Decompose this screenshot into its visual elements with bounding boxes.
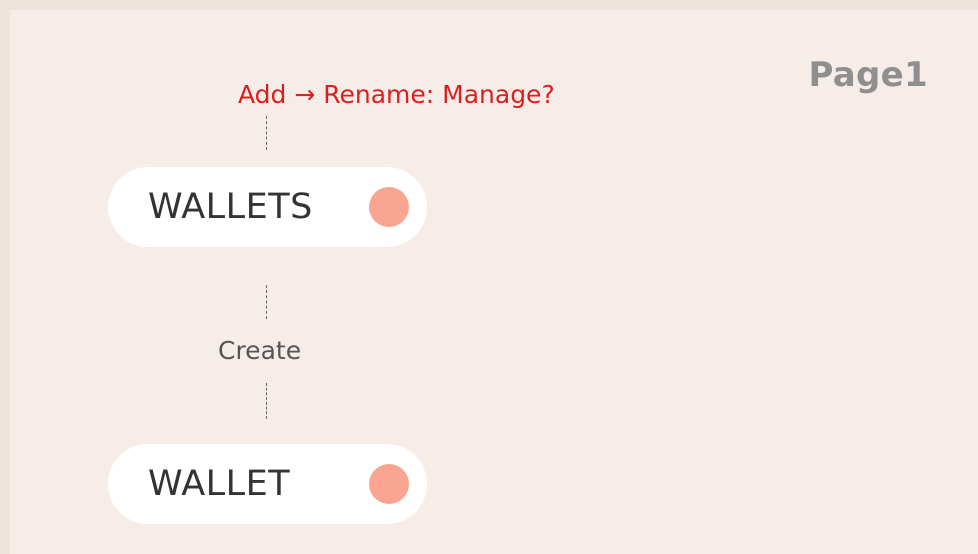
- node-wallets-label: WALLETS: [148, 187, 313, 227]
- node-wallet-label: WALLET: [148, 464, 291, 504]
- status-dot-icon: [369, 464, 409, 504]
- edge-connector-bottom: [266, 383, 267, 419]
- diagram-canvas: Page1 Add → Rename: Manage? WALLETS Crea…: [10, 10, 978, 554]
- annotation-note: Add → Rename: Manage?: [238, 80, 555, 109]
- edge-label-create: Create: [218, 336, 302, 365]
- page-title: Page1: [808, 55, 928, 95]
- annotation-connector: [266, 116, 267, 150]
- node-wallets[interactable]: WALLETS: [108, 167, 427, 247]
- status-dot-icon: [369, 187, 409, 227]
- edge-connector-top: [266, 285, 267, 319]
- node-wallet[interactable]: WALLET: [108, 444, 427, 524]
